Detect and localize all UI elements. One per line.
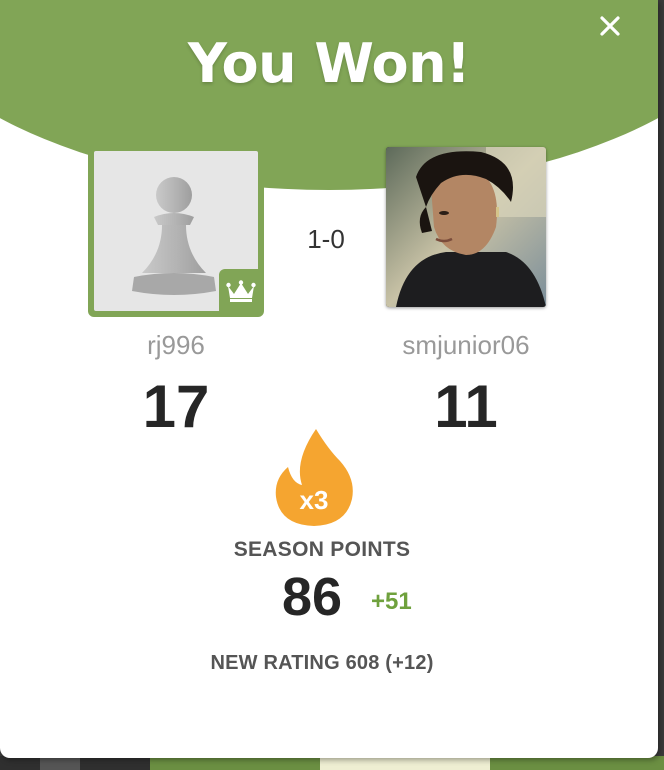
opponent-points: 11 [434,373,498,440]
background-board [0,756,664,770]
opponent-avatar [386,147,546,307]
season-points-label: SEASON POINTS [233,538,411,561]
game-over-modal: You Won! 1-0 rj996 smjunior06 17 11 x3 S… [0,0,658,758]
season-points-value: 86 [282,567,343,627]
opponent-username[interactable]: smjunior06 [366,330,566,361]
multiplier-label: x3 [299,485,329,515]
winner-points: 17 [142,373,210,440]
pawn-icon [132,177,216,295]
crown-icon [226,280,256,302]
streak-multiplier-badge: x3 [272,427,356,527]
season-points-delta: +51 [371,588,412,615]
close-button[interactable] [594,10,626,42]
profile-photo [386,147,546,307]
match-score: 1-0 [307,224,345,254]
new-rating: NEW RATING 608 (+12) [210,652,434,674]
close-icon [600,16,620,36]
winner-badge [219,269,263,313]
modal-title: You Won! [187,32,471,95]
winner-username[interactable]: rj996 [88,330,264,361]
